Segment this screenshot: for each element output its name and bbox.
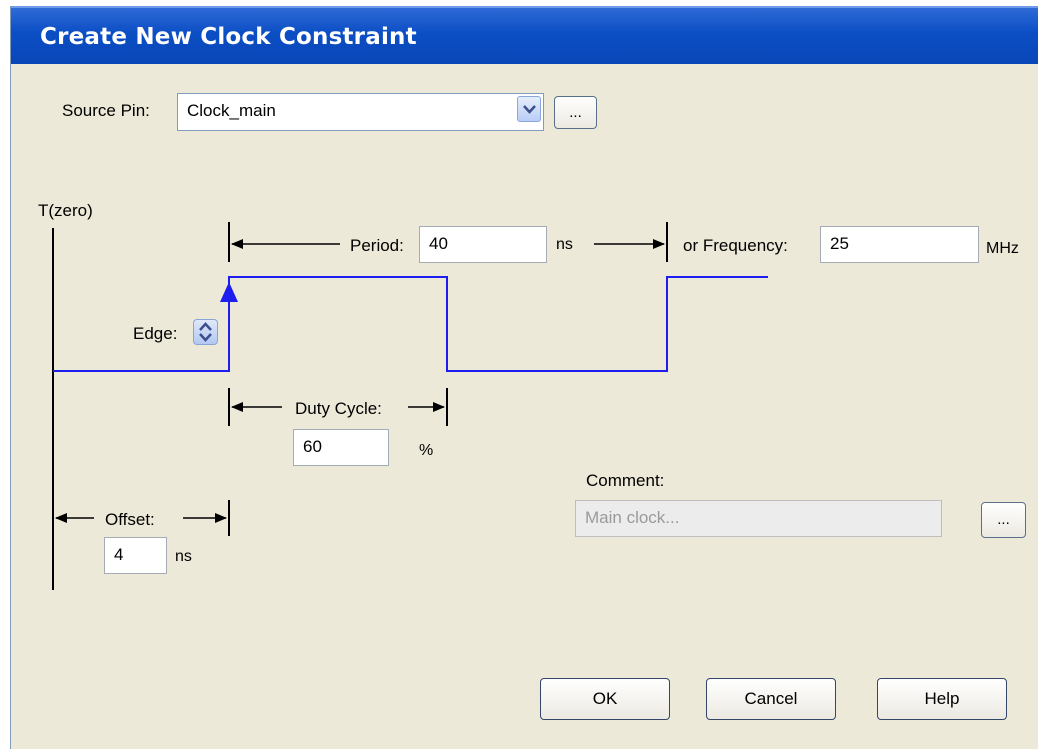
- comment-label: Comment:: [586, 471, 665, 490]
- period-label: Period:: [350, 236, 404, 255]
- help-button[interactable]: Help: [877, 678, 1007, 720]
- frequency-input[interactable]: 25: [820, 226, 979, 263]
- offset-label: Offset:: [105, 510, 155, 529]
- frequency-unit: MHz: [986, 240, 1019, 257]
- source-pin-value: Clock_main: [187, 101, 276, 120]
- duty-cycle-label: Duty Cycle:: [295, 399, 382, 418]
- ok-button[interactable]: OK: [540, 678, 670, 720]
- duty-cycle-unit: %: [419, 442, 434, 459]
- rising-edge-arrow: [220, 282, 238, 302]
- offset-unit: ns: [175, 548, 192, 565]
- duty-cycle-input[interactable]: 60: [293, 429, 389, 466]
- offset-input[interactable]: 4: [104, 537, 167, 574]
- edge-label: Edge:: [133, 324, 178, 343]
- source-pin-combobox[interactable]: Clock_main: [177, 93, 544, 131]
- comment-input[interactable]: Main clock...: [575, 500, 942, 537]
- up-down-arrows-icon: [199, 322, 212, 342]
- source-pin-browse-button[interactable]: ...: [554, 96, 597, 129]
- t-zero-label: T(zero): [38, 201, 93, 220]
- period-unit: ns: [556, 236, 573, 253]
- period-input[interactable]: 40: [419, 226, 547, 263]
- frequency-label: or Frequency:: [683, 236, 788, 255]
- chevron-down-icon[interactable]: [517, 96, 541, 122]
- edge-spinner[interactable]: [193, 319, 218, 345]
- cancel-button[interactable]: Cancel: [706, 678, 836, 720]
- source-pin-label: Source Pin:: [62, 101, 150, 120]
- comment-browse-button[interactable]: ...: [981, 502, 1026, 538]
